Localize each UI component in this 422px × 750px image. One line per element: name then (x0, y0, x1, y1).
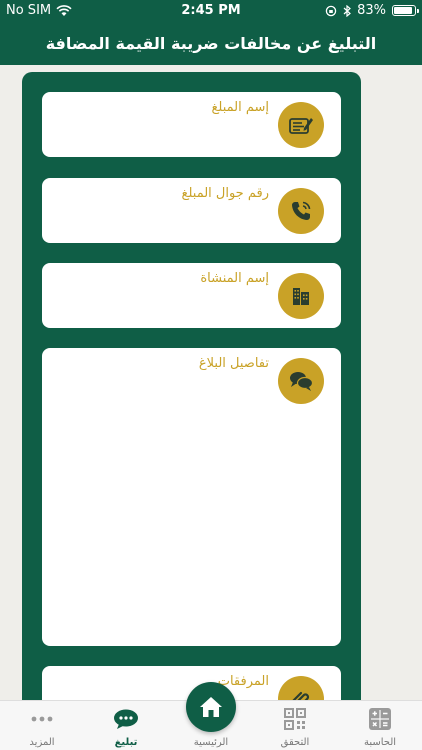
tab-verify-label: التحقق (280, 737, 310, 748)
page-title: التبليغ عن مخالفات ضريبة القيمة المضافة (45, 34, 377, 53)
tab-more-label: المزيد (29, 737, 55, 748)
phone-icon (278, 188, 324, 234)
tab-calculator[interactable]: الحاسبة (338, 701, 422, 750)
orientation-lock-icon (325, 5, 337, 16)
battery-level (394, 7, 413, 14)
qr-code-icon (253, 707, 337, 731)
tab-report-label: تبليغ (114, 737, 138, 748)
chat-report-icon (84, 707, 168, 731)
tab-home-label: الرئيسية (193, 737, 229, 748)
establishment-name-label: إسم المنشاة (200, 271, 269, 286)
reporter-name-label: إسم المبلغ (211, 100, 269, 115)
status-right: 83% (325, 3, 419, 18)
battery-percent: 83% (357, 3, 386, 18)
more-dots-icon (0, 707, 84, 731)
chat-bubbles-icon (278, 358, 324, 404)
status-bar: No SIM 2:45 PM 83% (0, 0, 422, 22)
calculator-icon (338, 707, 422, 731)
tab-report[interactable]: تبليغ (84, 701, 168, 750)
home-button[interactable] (186, 682, 236, 732)
reporter-phone-label: رقم جوال المبلغ (181, 186, 269, 201)
building-icon (278, 273, 324, 319)
home-icon (200, 697, 222, 717)
tab-verify[interactable]: التحقق (253, 701, 337, 750)
app-header: No SIM 2:45 PM 83% التبليغ عن مخالفات ضر… (0, 0, 422, 65)
tab-calculator-label: الحاسبة (363, 737, 397, 748)
form-edit-icon (278, 102, 324, 148)
report-details-label: تفاصيل البلاغ (198, 356, 269, 371)
bluetooth-icon (343, 4, 352, 17)
battery-icon (392, 5, 419, 16)
tab-more[interactable]: المزيد (0, 701, 84, 750)
